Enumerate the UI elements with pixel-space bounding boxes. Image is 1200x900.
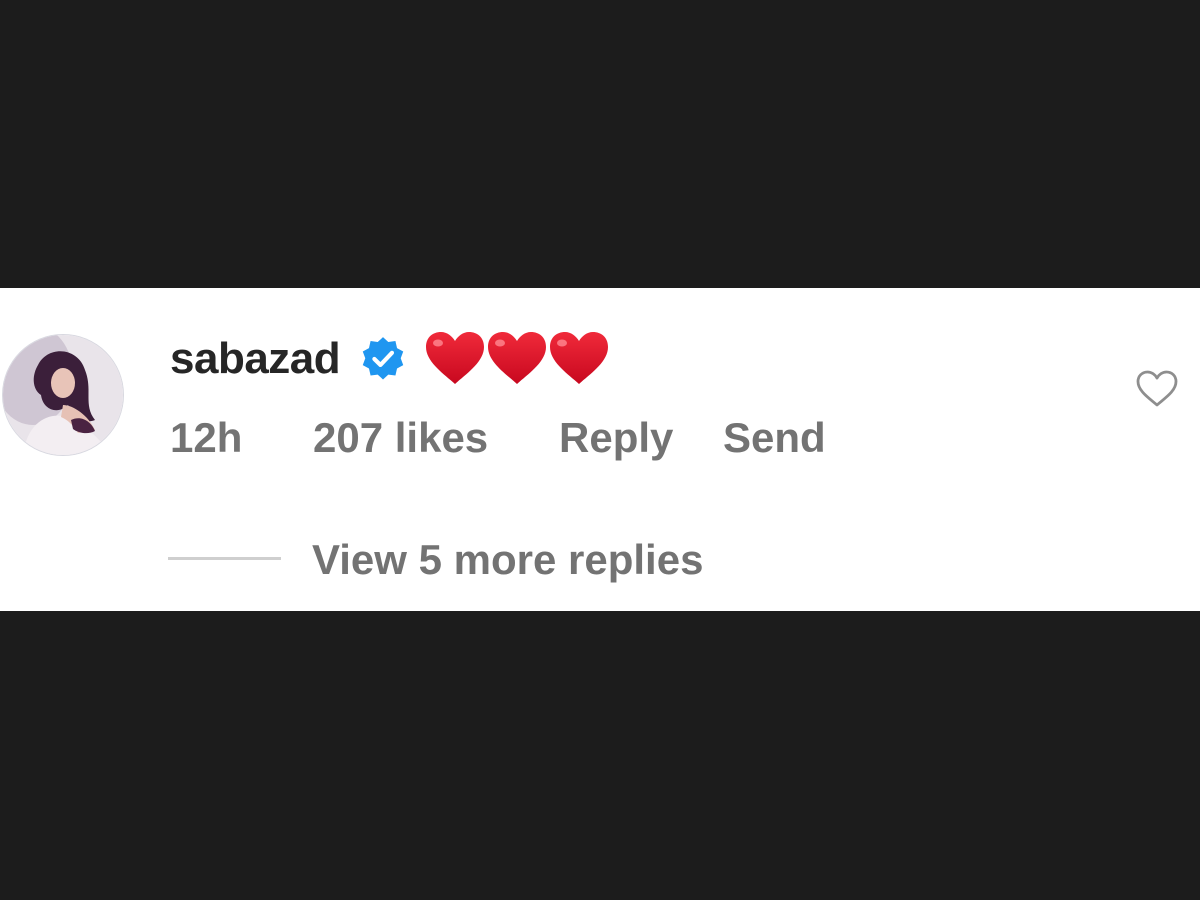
heart-emoji-3: [550, 332, 609, 384]
username-row: sabazad: [170, 328, 610, 390]
avatar-image: [3, 335, 123, 455]
comment-text: [424, 328, 610, 390]
comment-panel: sabazad 12h 207 likes Reply Send View 5 …: [0, 288, 1200, 611]
replies-divider-line: [168, 557, 281, 560]
username[interactable]: sabazad: [170, 334, 341, 384]
heart-outline-icon: [1136, 370, 1178, 407]
comment-timestamp: 12h: [170, 414, 243, 461]
reply-button[interactable]: Reply: [559, 412, 673, 464]
heart-emoji-1: [426, 332, 485, 384]
comment-likes-count[interactable]: 207 likes: [313, 412, 488, 464]
avatar[interactable]: [3, 335, 123, 455]
send-button[interactable]: Send: [723, 412, 826, 464]
heart-emoji-row-icon: [426, 332, 609, 384]
view-more-replies-button[interactable]: View 5 more replies: [312, 534, 703, 586]
like-comment-button[interactable]: [1135, 369, 1179, 409]
verified-badge-icon: [362, 337, 404, 380]
heart-emoji-2: [488, 332, 547, 384]
